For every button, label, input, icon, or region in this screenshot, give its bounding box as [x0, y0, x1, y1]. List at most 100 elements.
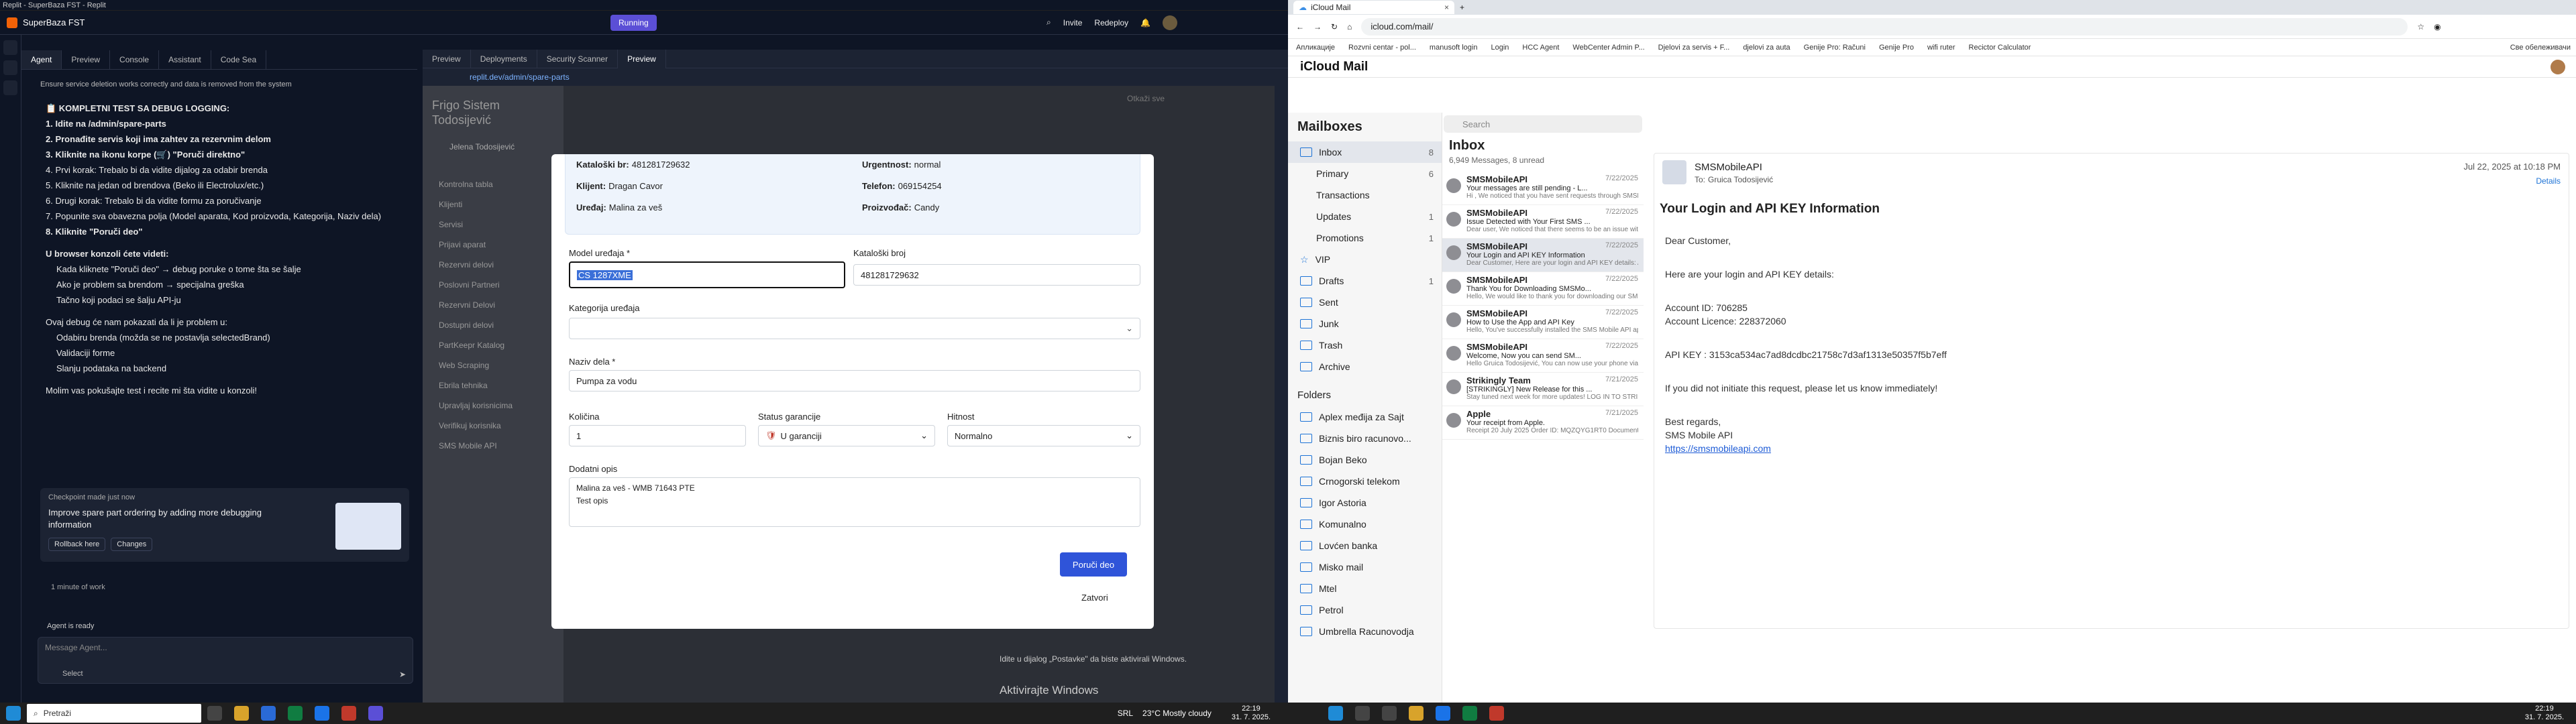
- part-name-input[interactable]: Pumpa za vodu: [569, 370, 1140, 391]
- mailbox-trash[interactable]: Trash: [1288, 335, 1442, 356]
- mailbox-inbox[interactable]: Inbox 8: [1288, 141, 1442, 163]
- bookmark[interactable]: Rozvni centar - pol...: [1348, 44, 1416, 52]
- work-time[interactable]: 1 minute of work: [51, 583, 105, 591]
- explorer-icon[interactable]: [234, 706, 249, 721]
- mailbox-primary[interactable]: Primary 6: [1288, 163, 1442, 184]
- back-icon[interactable]: ←: [1296, 22, 1304, 32]
- message-list-item[interactable]: SMSMobileAPI 7/22/2025 Your messages are s…: [1442, 172, 1644, 205]
- urgency-select[interactable]: Normalno ⌄: [947, 425, 1140, 446]
- folder-item[interactable]: Biznis biro racunovo...: [1288, 428, 1442, 449]
- close-icon[interactable]: ×: [1444, 3, 1449, 12]
- app-nav-item[interactable]: Verifikuj korisnika: [423, 416, 564, 436]
- folder-item[interactable]: Aplex međija za Sajt: [1288, 406, 1442, 428]
- clock[interactable]: 22:19 31. 7. 2025.: [1232, 705, 1271, 722]
- avatar[interactable]: [2551, 59, 2565, 74]
- taskbar-search[interactable]: ⌕ Pretraži: [27, 704, 201, 723]
- app-nav-item[interactable]: Klijenti: [423, 194, 564, 215]
- message-box[interactable]: Message Agent... Select ➤: [38, 637, 413, 684]
- task-view-icon[interactable]: [207, 706, 222, 721]
- tab-preview-2[interactable]: Preview: [618, 49, 666, 68]
- message-list-item[interactable]: SMSMobileAPI 7/22/2025 How to Use the App …: [1442, 306, 1644, 339]
- bookmark[interactable]: Genije Pro: Računi: [1804, 44, 1866, 52]
- redeploy-button[interactable]: Redeploy: [1094, 18, 1128, 27]
- profile-icon[interactable]: ◉: [2434, 22, 2440, 32]
- tab-preview-1[interactable]: Preview: [423, 49, 471, 68]
- bell-icon[interactable]: 🔔: [1140, 18, 1150, 27]
- description-textarea[interactable]: Malina za veš - WMB 71643 PTE Test opis: [569, 477, 1140, 527]
- app-nav-item[interactable]: Kontrolna tabla: [423, 174, 564, 194]
- search-icon[interactable]: ⌕: [1046, 17, 1051, 27]
- icloud-brand[interactable]: iCloud Mail: [1300, 60, 1368, 74]
- folder-item[interactable]: Bojan Beko: [1288, 449, 1442, 471]
- folder-item[interactable]: Umbrella Racunovodja: [1288, 621, 1442, 642]
- email-from[interactable]: SMSMobileAPI: [1695, 162, 1762, 173]
- shell-icon[interactable]: [3, 80, 17, 95]
- bookmark[interactable]: djelovi za auta: [1743, 44, 1790, 52]
- excel-icon[interactable]: [288, 706, 303, 721]
- changes-button[interactable]: Changes: [111, 538, 153, 551]
- app-nav-item[interactable]: Poslovni Partneri: [423, 275, 564, 295]
- avatar[interactable]: [1163, 15, 1178, 30]
- order-part-button[interactable]: Poruči deo: [1060, 552, 1127, 577]
- tab-deployments[interactable]: Deployments: [471, 49, 537, 68]
- close-button[interactable]: Zatvori: [1081, 593, 1108, 603]
- folder-item[interactable]: Lovćen banka: [1288, 535, 1442, 556]
- folder-item[interactable]: Petrol: [1288, 599, 1442, 621]
- folder-item[interactable]: Mtel: [1288, 578, 1442, 599]
- app-icon[interactable]: [368, 706, 383, 721]
- star-icon[interactable]: ☆: [2417, 22, 2424, 32]
- mailbox-vip[interactable]: ☆ VIP: [1288, 249, 1442, 270]
- tab-security-scanner[interactable]: Security Scanner: [537, 49, 619, 68]
- model-input[interactable]: CS 1287XME: [569, 261, 845, 288]
- mailbox-archive[interactable]: Archive: [1288, 356, 1442, 377]
- bookmark[interactable]: manusoft login: [1430, 44, 1478, 52]
- bookmark[interactable]: HCC Agent: [1522, 44, 1559, 52]
- tab-icloud[interactable]: ☁ iCloud Mail ×: [1293, 1, 1454, 14]
- warranty-select[interactable]: 🛡 U garanciji ⌄: [758, 425, 935, 446]
- message-list-item[interactable]: SMSMobileAPI 7/22/2025 Issue Detected with…: [1442, 205, 1644, 239]
- app-nav-item[interactable]: Rezervni Delovi: [423, 295, 564, 315]
- to-value[interactable]: Gruica Todosijević: [1708, 175, 1773, 184]
- app-nav-item[interactable]: Prijavi aparat: [423, 235, 564, 255]
- search-input[interactable]: Search: [1444, 115, 1642, 133]
- bookmark-all[interactable]: Све обележивачи: [2510, 44, 2571, 52]
- folder-item[interactable]: Crnogorski telekom: [1288, 471, 1442, 492]
- tab-preview[interactable]: Preview: [62, 50, 111, 69]
- windows-start-icon[interactable]: [6, 706, 21, 721]
- bookmark[interactable]: Recictor Calculator: [1969, 44, 2031, 52]
- message-list-item[interactable]: SMSMobileAPI 7/22/2025 Thank You for Downl…: [1442, 272, 1644, 306]
- mailbox-sent[interactable]: Sent: [1288, 292, 1442, 313]
- forward-icon[interactable]: →: [1313, 22, 1322, 32]
- search-icon[interactable]: [1355, 706, 1370, 721]
- preview-url[interactable]: replit.dev/admin/spare-parts: [423, 68, 1288, 86]
- catalog-number-input[interactable]: 481281729632: [853, 264, 1140, 286]
- bookmark[interactable]: Login: [1491, 44, 1509, 52]
- app-icon[interactable]: [341, 706, 356, 721]
- message-input[interactable]: Message Agent...: [38, 638, 413, 658]
- mailbox-drafts[interactable]: Drafts 1: [1288, 270, 1442, 292]
- bookmark[interactable]: wifi ruter: [1927, 44, 1955, 52]
- clock[interactable]: 22:19 31. 7. 2025.: [2525, 705, 2564, 722]
- folder-item[interactable]: Igor Astoria: [1288, 492, 1442, 514]
- message-list-item[interactable]: SMSMobileAPI 7/22/2025 Your Login and API …: [1442, 239, 1644, 272]
- app-nav-item[interactable]: Servisi: [423, 215, 564, 235]
- app-icon[interactable]: [1489, 706, 1504, 721]
- message-list-item[interactable]: Strikingly Team 7/21/2025 [STRIKINGLY] New…: [1442, 373, 1644, 406]
- lang-indicator[interactable]: SRL: [1118, 709, 1133, 718]
- agent-icon[interactable]: [3, 60, 17, 75]
- app-nav-item[interactable]: Dostupni delovi: [423, 315, 564, 335]
- weather[interactable]: 23°C Mostly cloudy: [1142, 709, 1212, 718]
- refresh-icon[interactable]: ↻: [1331, 22, 1338, 32]
- bookmark[interactable]: Апликације: [1296, 44, 1335, 52]
- windows-start-icon[interactable]: [1328, 706, 1343, 721]
- app-nav-item[interactable]: Web Scraping: [423, 355, 564, 375]
- chrome-icon[interactable]: [1436, 706, 1450, 721]
- address-input[interactable]: icloud.com/mail/: [1361, 17, 2408, 36]
- category-select[interactable]: ⌄: [569, 318, 1140, 339]
- app-nav-item[interactable]: Upravljaj korisnicima: [423, 396, 564, 416]
- mailbox-transactions[interactable]: Transactions: [1288, 184, 1442, 206]
- message-list-item[interactable]: Apple 7/21/2025 Your receipt from Apple. Re…: [1442, 406, 1644, 440]
- tab-assistant[interactable]: Assistant: [159, 50, 211, 69]
- chrome-icon[interactable]: [315, 706, 329, 721]
- mail-app-icon[interactable]: [261, 706, 276, 721]
